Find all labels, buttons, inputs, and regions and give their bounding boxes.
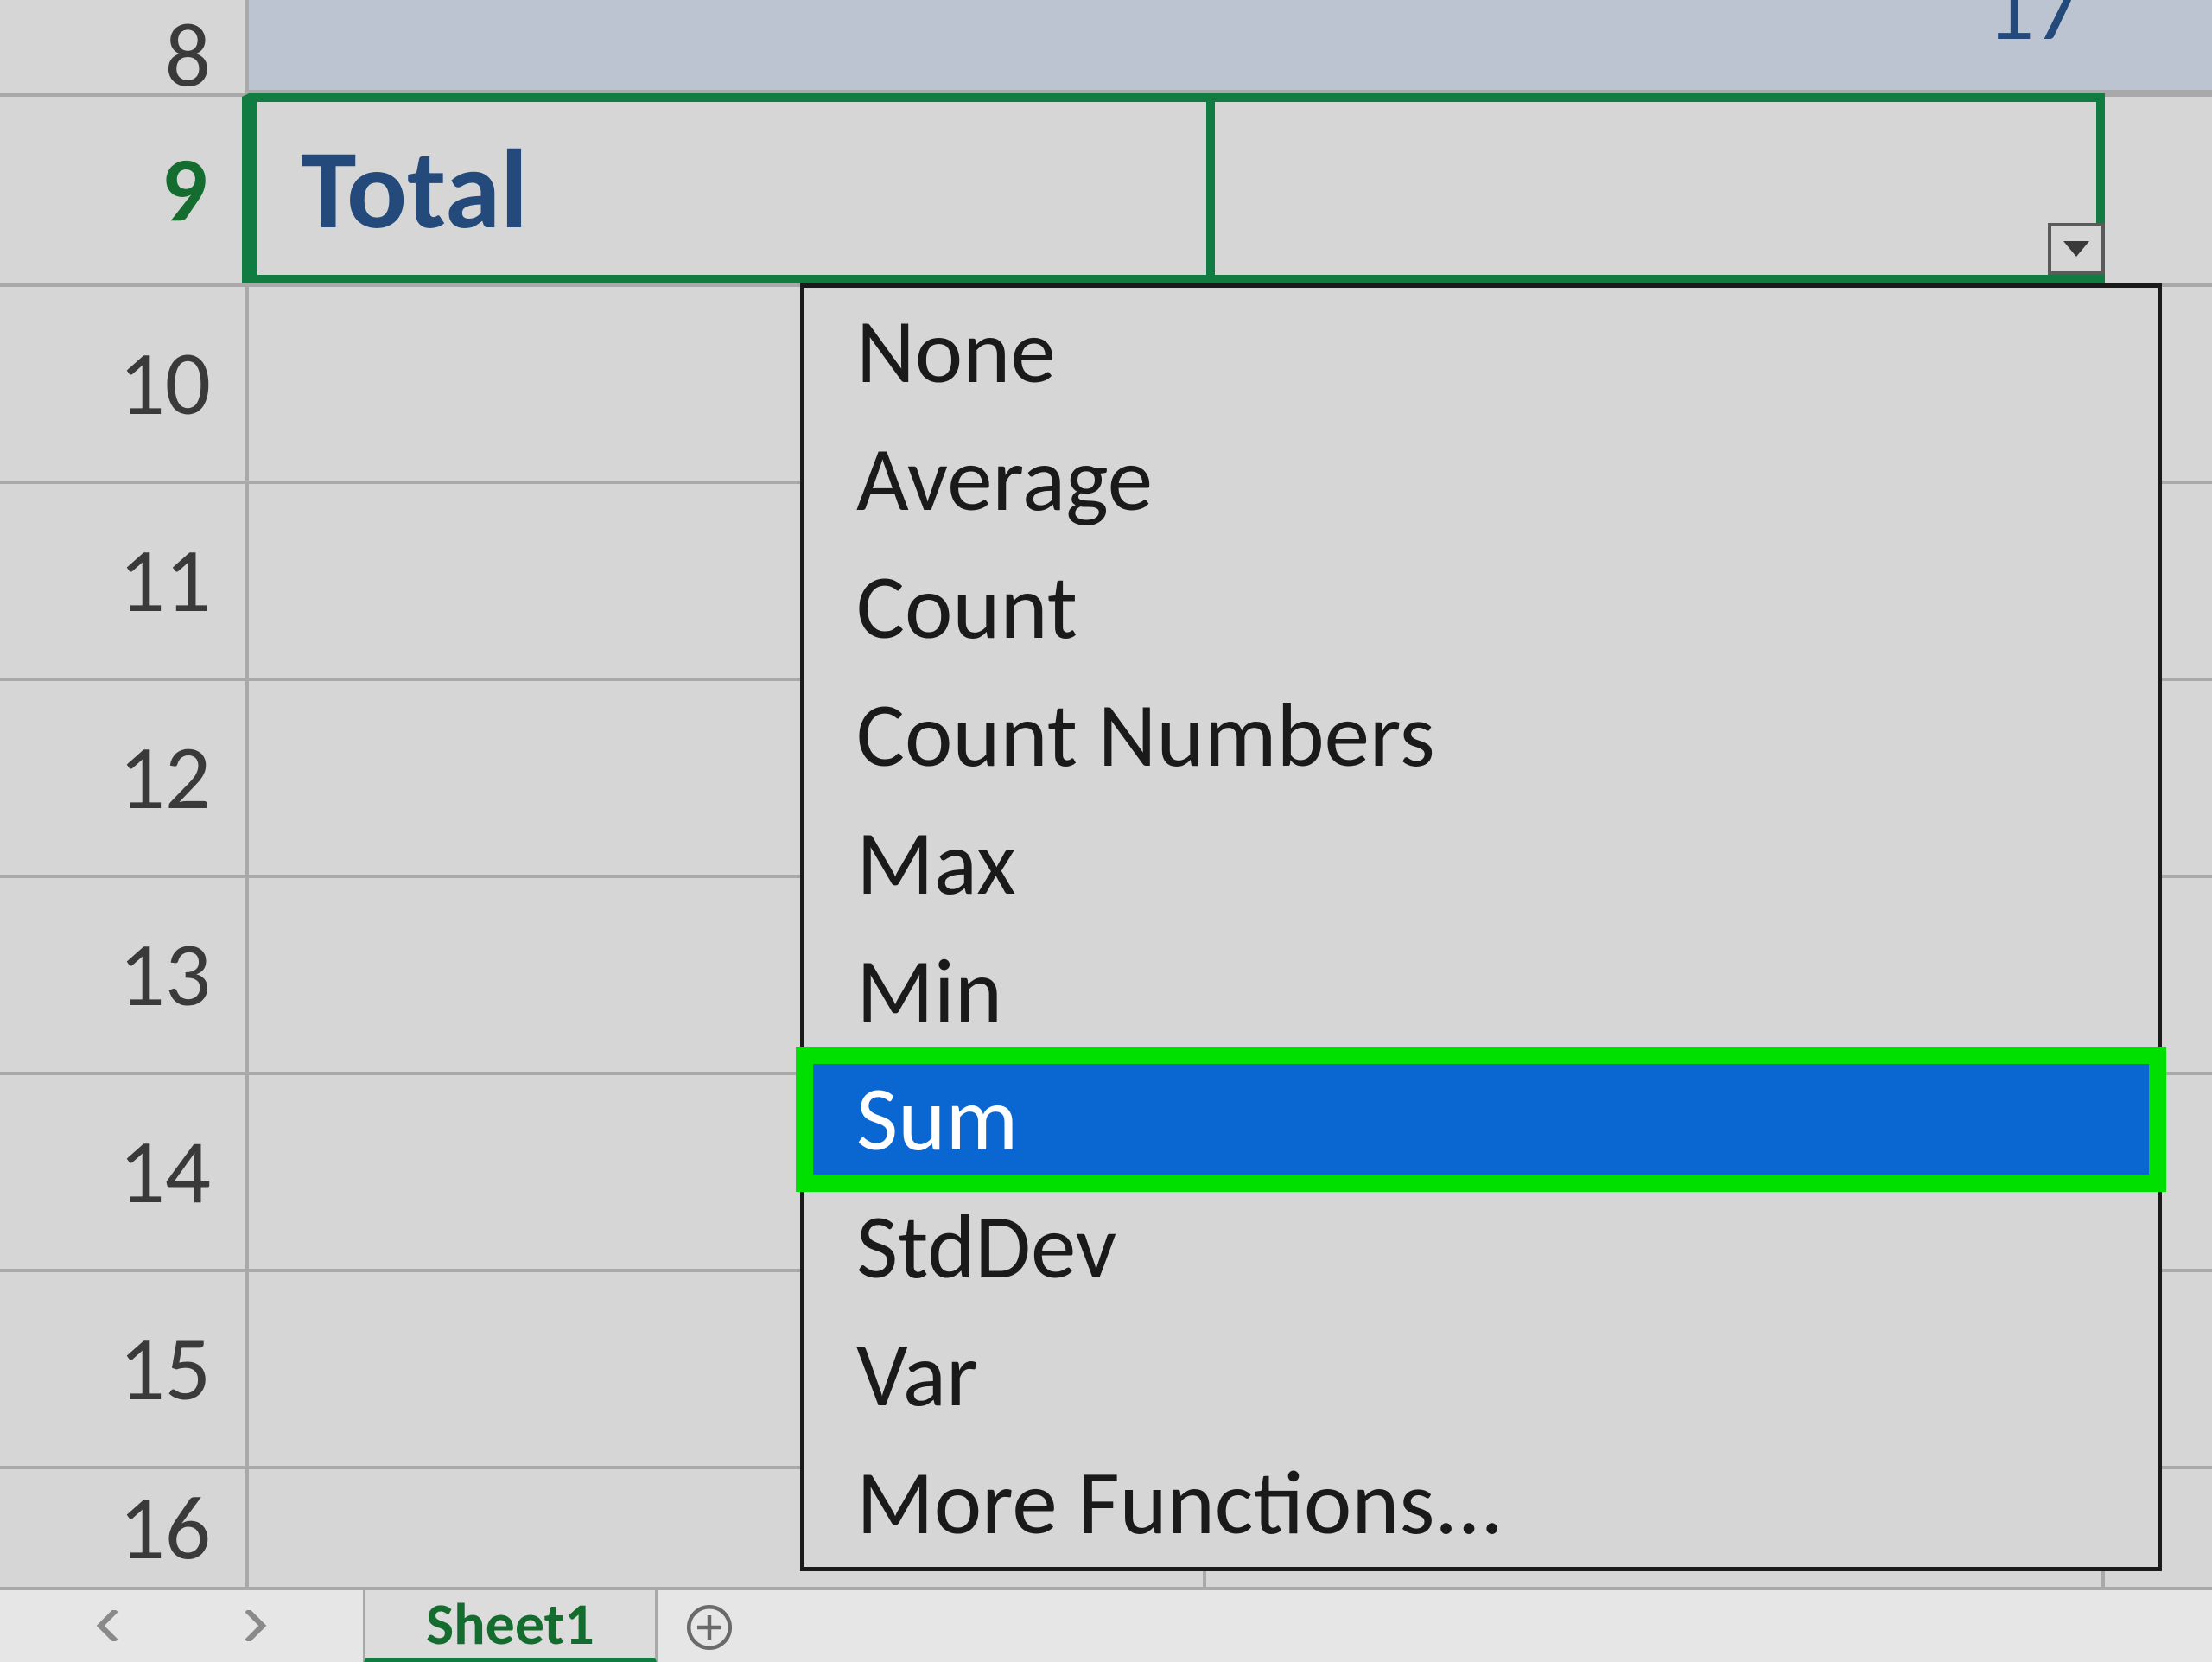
row-header-11[interactable]: 11 — [0, 481, 249, 678]
row-number: 11 — [119, 525, 211, 636]
row-number: 9 — [162, 135, 207, 245]
dropdown-item-more-functions[interactable]: More Functions... — [804, 1439, 2158, 1567]
sheet-tab-active[interactable]: Sheet1 — [363, 1590, 658, 1662]
row-number: 16 — [119, 1473, 211, 1583]
dropdown-item-stddev[interactable]: StdDev — [804, 1183, 2158, 1311]
row-number: 14 — [119, 1117, 211, 1227]
dropdown-item-label: Count — [856, 552, 1077, 663]
row-header-12[interactable]: 12 — [0, 678, 249, 875]
totals-function-dropdown: None Average Count Count Numbers Max Min… — [800, 283, 2162, 1571]
cell-c9[interactable] — [2105, 93, 2212, 283]
row-header-16[interactable]: 16 — [0, 1466, 249, 1587]
dropdown-item-label: More Functions... — [856, 1448, 1503, 1558]
spreadsheet-grid: 8 17 9 Total 10 11 12 13 14 15 16 Non — [0, 0, 2212, 1662]
dropdown-item-sum[interactable]: Sum — [804, 1055, 2158, 1183]
cell-a9-total[interactable]: Total — [249, 93, 1206, 283]
row-header-9[interactable]: 9 — [0, 93, 249, 283]
row-number: 12 — [119, 723, 211, 833]
sheet-nav-next[interactable] — [238, 1610, 269, 1646]
dropdown-item-label: Min — [856, 936, 1002, 1047]
dropdown-item-label: None — [856, 296, 1056, 407]
table-body-row[interactable] — [249, 0, 2212, 93]
dropdown-item-count[interactable]: Count — [804, 544, 2158, 672]
chevron-right-icon — [238, 1610, 269, 1641]
chevron-left-icon — [94, 1610, 125, 1641]
dropdown-item-count-numbers[interactable]: Count Numbers — [804, 672, 2158, 799]
dropdown-item-label: Average — [856, 424, 1153, 535]
totals-dropdown-button[interactable] — [2048, 223, 2105, 275]
row-number: 10 — [119, 328, 211, 439]
cell-b8-value: 17 — [1986, 0, 2082, 65]
row-header-13[interactable]: 13 — [0, 875, 249, 1072]
row-header-8[interactable]: 8 — [0, 0, 249, 93]
total-label: Total — [301, 120, 528, 258]
row-number: 15 — [119, 1314, 211, 1424]
row-header-10[interactable]: 10 — [0, 283, 249, 481]
dropdown-item-label: Count Numbers — [856, 680, 1435, 791]
cell-b9-selected[interactable] — [1206, 93, 2105, 283]
dropdown-item-average[interactable]: Average — [804, 416, 2158, 544]
plus-circle-icon — [685, 1603, 734, 1652]
dropdown-item-label: Var — [856, 1320, 978, 1430]
row-number: 13 — [119, 920, 211, 1030]
dropdown-item-label: Max — [856, 808, 1016, 919]
chevron-down-icon — [2063, 240, 2089, 258]
dropdown-item-min[interactable]: Min — [804, 927, 2158, 1055]
new-sheet-button[interactable] — [658, 1603, 761, 1652]
row-header-15[interactable]: 15 — [0, 1269, 249, 1466]
dropdown-item-label: StdDev — [856, 1192, 1116, 1302]
sheet-nav-prev[interactable] — [94, 1610, 125, 1646]
dropdown-item-max[interactable]: Max — [804, 799, 2158, 927]
sheet-tab-bar: Sheet1 — [0, 1587, 2212, 1662]
sheet-tab-label: Sheet1 — [426, 1589, 594, 1660]
dropdown-item-var[interactable]: Var — [804, 1311, 2158, 1439]
dropdown-item-label: Sum — [856, 1064, 1018, 1175]
row-header-14[interactable]: 14 — [0, 1072, 249, 1269]
dropdown-item-none[interactable]: None — [804, 288, 2158, 416]
sheet-nav — [0, 1610, 363, 1646]
